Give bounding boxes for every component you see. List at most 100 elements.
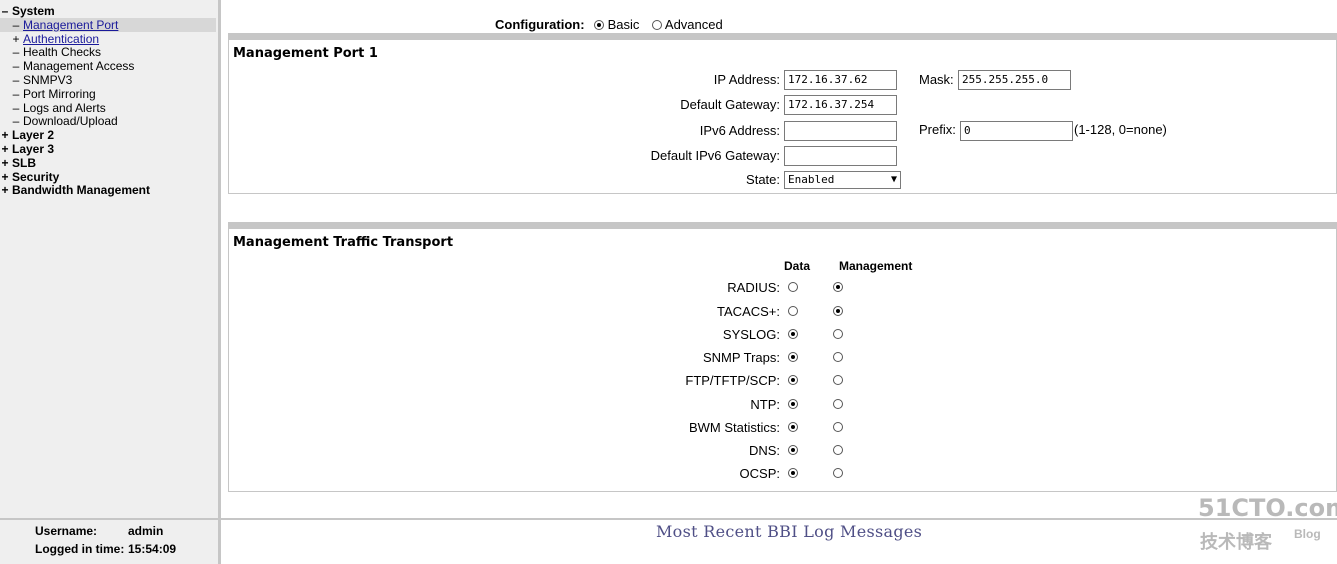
advanced-radio[interactable] [652, 20, 662, 30]
ipv6-gateway-field[interactable] [784, 146, 897, 166]
nav-item[interactable]: – Management Port [0, 17, 216, 32]
log-divider [221, 518, 1337, 520]
transport-row-label: SNMP Traps: [702, 350, 780, 365]
configuration-label: Configuration: [495, 17, 585, 32]
collapse-icon[interactable]: – [11, 18, 21, 32]
data-radio[interactable] [788, 352, 798, 362]
collapse-icon[interactable]: – [11, 101, 21, 115]
nav-item[interactable]: – System [0, 4, 55, 18]
basic-label: Basic [607, 17, 640, 32]
ip-address-label: IP Address: [713, 72, 780, 87]
management-radio[interactable] [833, 306, 843, 316]
login-time-value: 15:54:09 [128, 542, 177, 556]
data-radio[interactable] [788, 329, 798, 339]
expand-icon[interactable]: + [0, 183, 10, 197]
nav-item[interactable]: – Port Mirroring [0, 87, 96, 101]
transport-row-label: TACACS+: [717, 304, 780, 319]
expand-icon[interactable]: + [0, 128, 10, 142]
nav-item[interactable]: – Management Access [0, 59, 135, 73]
state-select[interactable]: Enabled ▼ [784, 171, 901, 189]
data-radio[interactable] [788, 468, 798, 478]
collapse-icon[interactable]: – [11, 73, 21, 87]
nav-item[interactable]: – Logs and Alerts [0, 101, 106, 115]
prefix-label: Prefix: [919, 122, 956, 137]
navigation-tree: – System – Management Port + Authentication – H… [0, 0, 221, 518]
username-value: admin [128, 524, 164, 538]
collapse-icon[interactable]: – [11, 59, 21, 73]
ipv6-address-label: IPv6 Address: [699, 123, 780, 138]
transport-row-label: FTP/TFTP/SCP: [685, 373, 780, 388]
management-radio[interactable] [833, 352, 843, 362]
default-gateway-field[interactable]: 172.16.37.254 [784, 95, 897, 115]
expand-icon[interactable]: + [0, 142, 10, 156]
nav-item-label[interactable]: Authentication [23, 32, 99, 46]
nav-item[interactable]: – Download/Upload [0, 114, 118, 128]
transport-row-label: OCSP: [739, 466, 780, 481]
data-radio[interactable] [788, 375, 798, 385]
nav-item[interactable]: – Health Checks [0, 45, 101, 59]
expand-icon[interactable]: + [0, 170, 10, 184]
nav-item-label[interactable]: Download/Upload [23, 114, 118, 128]
transport-row-label: BWM Statistics: [688, 420, 780, 435]
nav-item[interactable]: – SNMPV3 [0, 73, 73, 87]
default-gateway-label: Default Gateway: [680, 97, 780, 112]
management-radio[interactable] [833, 399, 843, 409]
nav-item-label[interactable]: System [12, 4, 55, 18]
nav-item[interactable]: + Bandwidth Management [0, 183, 150, 197]
collapse-icon[interactable]: – [11, 114, 21, 128]
management-radio[interactable] [833, 282, 843, 292]
nav-item-label[interactable]: SNMPV3 [23, 73, 72, 87]
management-column-header: Management [839, 259, 913, 273]
traffic-transport-title: Management Traffic Transport [233, 235, 454, 250]
nav-item[interactable]: + Security [0, 170, 59, 184]
nav-item[interactable]: + SLB [0, 156, 36, 170]
nav-item-label[interactable]: Bandwidth Management [12, 183, 150, 197]
site-watermark: 51CTO.com 技术博客 Blog [1198, 494, 1337, 554]
prefix-field[interactable]: 0 [960, 121, 1073, 141]
collapse-icon[interactable]: – [11, 45, 21, 59]
nav-item-label[interactable]: Port Mirroring [23, 87, 96, 101]
advanced-label: Advanced [664, 17, 723, 32]
nav-item-label[interactable]: Layer 3 [12, 142, 54, 156]
traffic-transport-panel: Management Traffic Transport Data Manage… [228, 222, 1337, 492]
data-radio[interactable] [788, 399, 798, 409]
management-radio[interactable] [833, 422, 843, 432]
management-port-panel: Management Port 1 IP Address: 172.16.37.… [228, 33, 1337, 194]
nav-item-label[interactable]: Management Port [23, 18, 118, 32]
data-radio[interactable] [788, 282, 798, 292]
nav-item-label[interactable]: SLB [12, 156, 36, 170]
expand-icon[interactable]: + [0, 156, 10, 170]
nav-item-label[interactable]: Security [12, 170, 59, 184]
management-port-title: Management Port 1 [233, 46, 378, 61]
login-time-label: Logged in time: [35, 542, 125, 556]
panel-header-bar [229, 33, 1336, 40]
ipv6-address-field[interactable] [784, 121, 897, 141]
chevron-down-icon: ▼ [890, 174, 897, 185]
data-radio[interactable] [788, 422, 798, 432]
nav-item[interactable]: + Layer 3 [0, 142, 54, 156]
transport-row-label: RADIUS: [727, 280, 780, 295]
collapse-icon[interactable]: – [0, 4, 10, 18]
nav-item-label[interactable]: Logs and Alerts [23, 101, 106, 115]
mask-field[interactable]: 255.255.255.0 [958, 70, 1071, 90]
config-option-basic[interactable]: Basic [594, 17, 639, 32]
prefix-hint: (1-128, 0=none) [1074, 122, 1167, 137]
nav-item-label[interactable]: Layer 2 [12, 128, 54, 142]
nav-item-label[interactable]: Management Access [23, 59, 134, 73]
collapse-icon[interactable]: – [11, 87, 21, 101]
config-option-advanced[interactable]: Advanced [652, 17, 723, 32]
basic-radio[interactable] [594, 20, 604, 30]
expand-icon[interactable]: + [11, 32, 21, 46]
management-radio[interactable] [833, 329, 843, 339]
management-radio[interactable] [833, 375, 843, 385]
mask-label: Mask: [919, 72, 954, 87]
management-radio[interactable] [833, 445, 843, 455]
watermark-main: 51CTO.com [1198, 494, 1337, 522]
nav-item[interactable]: + Authentication [0, 32, 99, 46]
data-radio[interactable] [788, 306, 798, 316]
ip-address-field[interactable]: 172.16.37.62 [784, 70, 897, 90]
nav-item-label[interactable]: Health Checks [23, 45, 101, 59]
management-radio[interactable] [833, 468, 843, 478]
nav-item[interactable]: + Layer 2 [0, 128, 54, 142]
data-radio[interactable] [788, 445, 798, 455]
